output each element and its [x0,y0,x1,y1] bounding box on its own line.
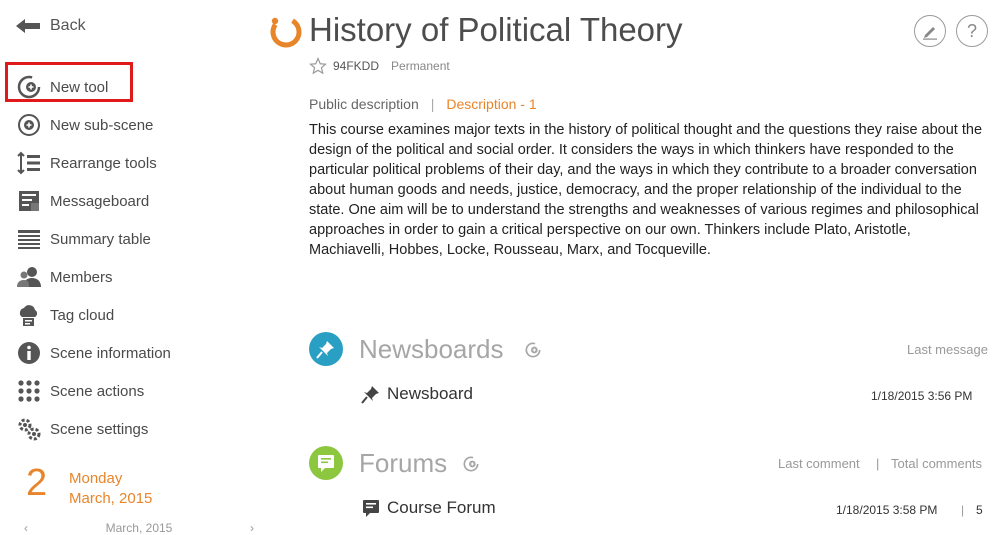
sidebar-item-label: Tag cloud [50,306,115,324]
new-tool-icon [16,75,42,99]
scene-meta: 94FKDD Permanent [309,57,450,75]
scene-code: 94FKDD [333,59,380,73]
edit-button[interactable] [914,15,946,47]
newsboard-name: Newsboard [387,384,473,403]
sidebar-item-summary-table[interactable]: Summary table [16,227,151,251]
col-separator: | [876,456,880,471]
help-button[interactable]: ? [956,15,988,47]
arrow-left-icon [16,19,40,33]
pin-icon [361,386,379,404]
tab-public-description[interactable]: Public description [309,96,419,112]
forum-icon [318,455,334,472]
forum-row[interactable]: Course Forum [361,498,496,518]
date-text: Monday March, 2015 [69,469,152,509]
newsboard-row[interactable]: Newsboard [361,384,473,404]
calendar-prev-button[interactable]: ‹ [24,521,28,535]
date-month-year: March, 2015 [69,490,153,507]
sidebar-item-scene-settings[interactable]: Scene settings [16,417,148,441]
sidebar-item-label: Messageboard [50,192,150,210]
back-label: Back [50,17,86,34]
newsboard-section-icon [309,332,343,366]
rearrange-icon [16,151,42,175]
sidebar-item-messageboard[interactable]: Messageboard [16,189,149,213]
summary-table-icon [16,227,42,251]
members-icon [16,265,42,289]
sidebar-item-scene-information[interactable]: Scene information [16,341,171,365]
scene-status: Permanent [391,59,450,73]
sidebar-item-label: Summary table [50,230,151,248]
calendar-month-label: March, 2015 [105,521,173,535]
date-weekday: Monday [69,470,123,487]
forum-row-separator: | [961,503,965,517]
sidebar-item-new-tool[interactable]: New tool [16,75,108,99]
forums-section-icon [309,446,343,480]
sidebar-item-rearrange-tools[interactable]: Rearrange tools [16,151,157,175]
sidebar-item-label: Rearrange tools [50,154,157,172]
star-icon[interactable] [309,57,327,75]
col-last-comment: Last comment [778,456,860,471]
sidebar-item-members[interactable]: Members [16,265,113,289]
date-day-number: 2 [26,462,48,504]
pin-icon [316,341,334,359]
sidebar-item-new-sub-scene[interactable]: New sub-scene [16,113,153,137]
page-title: History of Political Theory [309,11,683,48]
tab-description[interactable]: Description - 1 [446,96,536,112]
newsboards-title: Newsboards [359,334,504,364]
sidebar: Back New tool New sub-scene Rearrange to… [0,0,290,535]
description-text: This course examines major texts in the … [309,122,983,258]
question-icon: ? [966,20,977,41]
sidebar-item-scene-actions[interactable]: Scene actions [16,379,144,403]
forum-last-comment-date: 1/18/2015 3:58 PM [836,503,938,517]
col-last-message: Last message [907,342,988,357]
info-icon [16,341,42,365]
new-sub-scene-icon [16,113,42,137]
messageboard-icon [16,189,42,213]
sidebar-item-label: Scene actions [50,382,145,400]
newsboard-last-message-date: 1/18/2015 3:56 PM [871,389,973,403]
col-total-comments: Total comments [891,456,983,471]
sidebar-item-label: New sub-scene [50,116,154,134]
back-button[interactable]: Back [16,17,86,35]
sidebar-item-tag-cloud[interactable]: Tag cloud [16,303,114,327]
tab-separator: | [430,96,435,112]
forums-title: Forums [359,448,448,478]
sidebar-item-label: Members [50,268,113,286]
sidebar-item-label: Scene settings [50,420,149,438]
mini-calendar-header: ‹ March, 2015 › [24,521,254,535]
sidebar-item-label: New tool [50,78,109,96]
scene-logo-icon [270,16,302,48]
gear-icon [16,417,42,441]
scene-actions-icon [16,379,42,403]
calendar-next-button[interactable]: › [250,521,254,535]
add-forum-icon[interactable] [463,456,479,472]
tag-cloud-icon [16,303,42,327]
sidebar-item-label: Scene information [50,344,171,362]
pencil-icon [923,27,937,40]
add-newsboard-icon[interactable] [525,342,541,358]
forum-icon [363,500,379,517]
forum-total-comments: 5 [976,503,983,517]
forum-name: Course Forum [387,498,496,517]
description-tabs: Public description | Description - 1 [309,96,537,112]
